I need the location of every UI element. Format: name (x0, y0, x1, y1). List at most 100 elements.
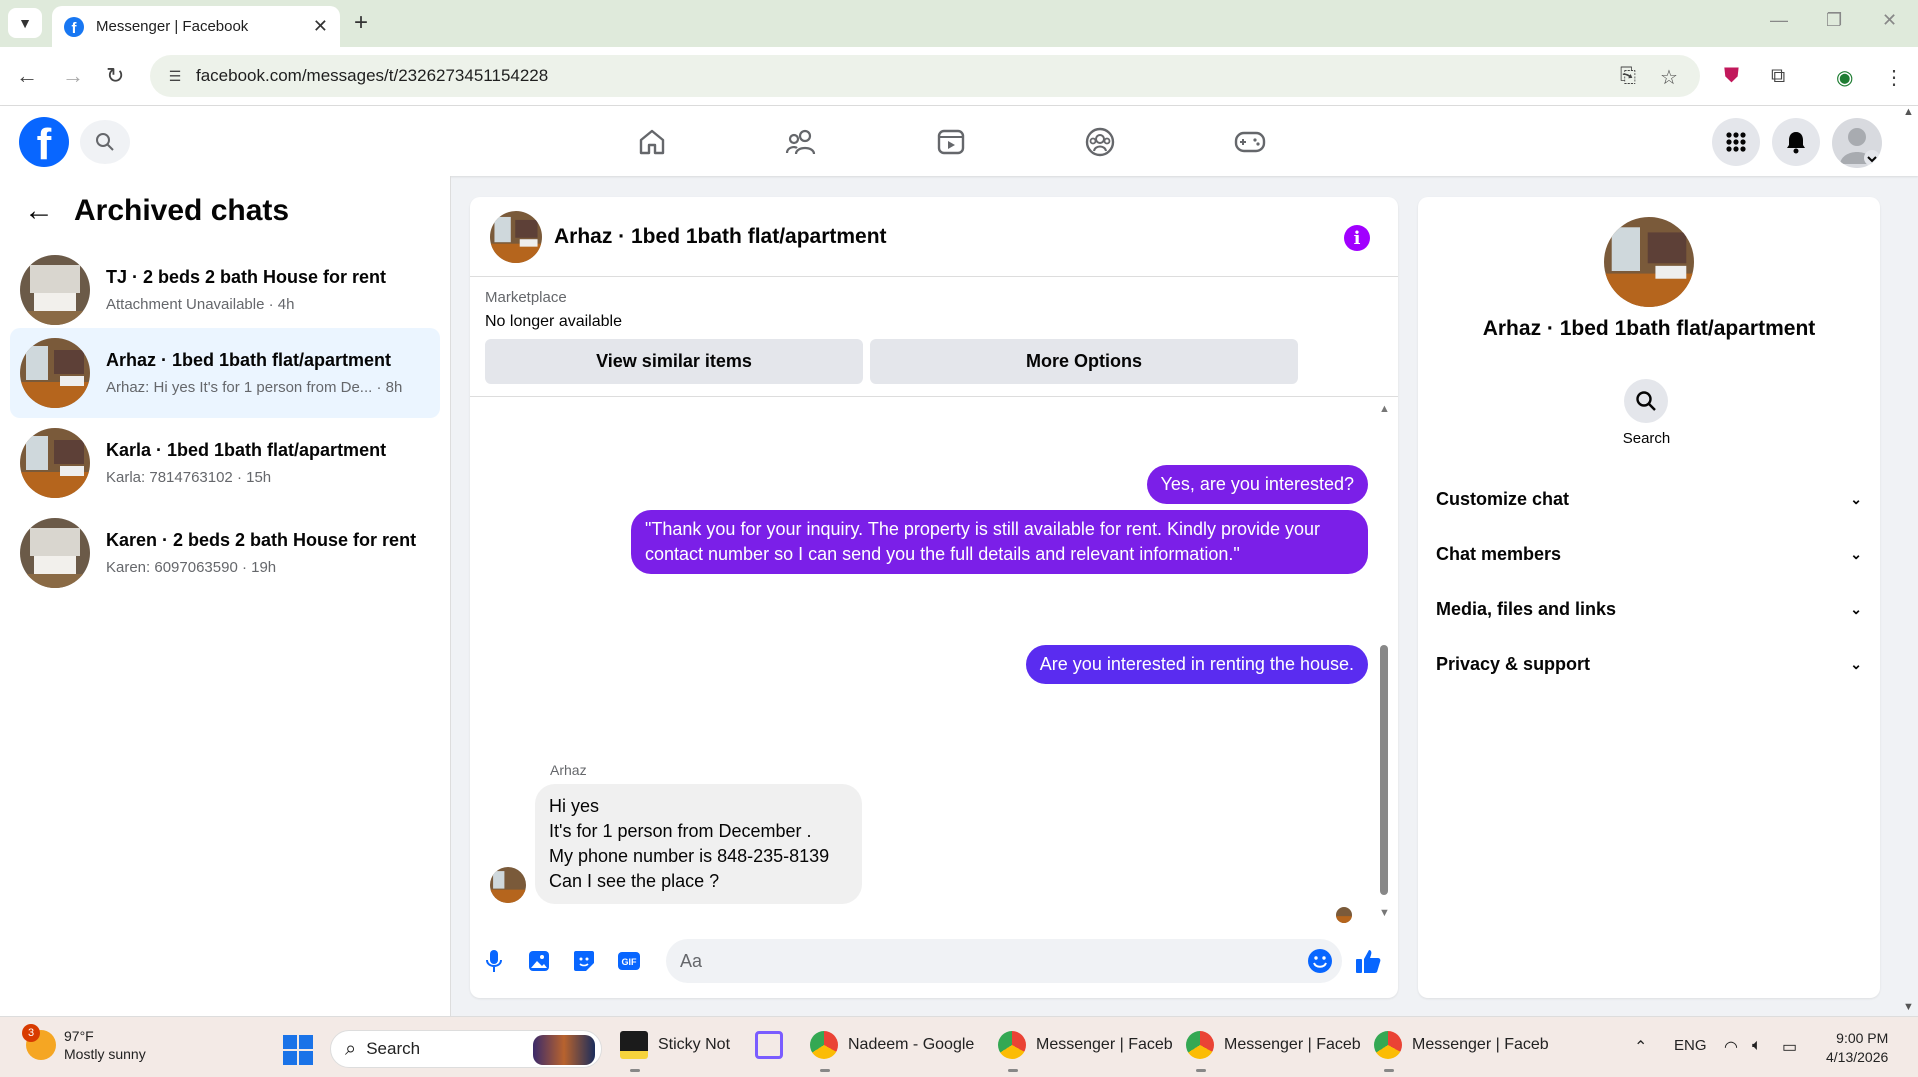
running-indicator (1196, 1069, 1206, 1072)
conversation-title[interactable]: Arhaz · 1bed 1bath flat/apartment (554, 225, 887, 249)
menu-grid-icon[interactable] (1712, 118, 1760, 166)
page-scroll-up-icon[interactable]: ▲ (1903, 106, 1914, 118)
home-icon[interactable] (630, 120, 674, 164)
chat-list-item[interactable]: Karen · 2 beds 2 bath House for rent Kar… (10, 508, 440, 598)
running-indicator (1384, 1069, 1394, 1072)
search-icon (1636, 391, 1656, 411)
taskbar-chrome-messenger[interactable]: Messenger | Faceb (1186, 1031, 1361, 1059)
back-icon[interactable]: ← (16, 63, 38, 89)
forward-icon[interactable]: → (62, 63, 84, 89)
browser-menu-icon[interactable]: ⋮ (1884, 65, 1904, 90)
info-icon[interactable]: i (1344, 225, 1370, 251)
taskbar-sticky-notes[interactable]: Sticky Note (620, 1031, 730, 1059)
notifications-bell-icon[interactable] (1772, 118, 1820, 166)
message-scrollbar[interactable] (1380, 645, 1388, 895)
taskbar-app-label: Nadeem - Google (848, 1036, 975, 1053)
conversation-panel: Arhaz · 1bed 1bath flat/apartment i Mark… (470, 197, 1398, 998)
message-composer: GIF (470, 927, 1398, 997)
privacy-support-row[interactable]: Privacy & support ⌄ (1436, 644, 1862, 684)
seen-receipt-avatar (1336, 907, 1352, 923)
chat-list-item-active[interactable]: Arhaz · 1bed 1bath flat/apartment Arhaz:… (10, 328, 440, 418)
listing-thumbnail-icon (20, 518, 90, 588)
section-label: Customize chat (1436, 488, 1570, 509)
emoji-icon[interactable] (1306, 947, 1334, 975)
weather-widget[interactable]: 3 97°F Mostly sunny (22, 1024, 146, 1063)
gif-icon[interactable]: GIF (615, 947, 643, 975)
outgoing-message[interactable]: Are you interested in renting the house. (1025, 645, 1368, 684)
sender-avatar[interactable] (490, 867, 526, 903)
microphone-icon[interactable] (480, 947, 508, 975)
install-app-icon[interactable]: ⎘ (1620, 65, 1636, 88)
groups-icon[interactable] (1078, 120, 1122, 164)
chat-preview: Attachment Unavailable · 4h (106, 296, 295, 313)
outgoing-message[interactable]: "Thank you for your inquiry. The propert… (631, 510, 1368, 574)
media-files-links-row[interactable]: Media, files and links ⌄ (1436, 589, 1862, 629)
taskbar-chrome-messenger[interactable]: Messenger | Faceb (998, 1031, 1173, 1059)
bookmark-star-icon[interactable]: ☆ (1660, 65, 1678, 90)
volume-icon[interactable]: 🔈︎ (1752, 1037, 1762, 1055)
wifi-icon[interactable]: ◠ (1724, 1037, 1738, 1057)
gaming-icon[interactable] (1228, 120, 1272, 164)
thumbs-up-icon[interactable] (1354, 947, 1382, 975)
chevron-down-icon: ⌄ (1850, 600, 1862, 617)
account-avatar[interactable] (1832, 118, 1882, 168)
page-scroll-down-icon[interactable]: ▼ (1903, 1001, 1914, 1013)
conversation-avatar[interactable] (490, 210, 542, 263)
chat-list-item[interactable]: Karla · 1bed 1bath flat/apartment Karla:… (10, 418, 440, 508)
reload-icon[interactable]: ↻ (106, 63, 124, 89)
windows-taskbar: 3 97°F Mostly sunny ⌕ Search Sticky Note… (0, 1016, 1918, 1077)
chat-list-item[interactable]: TJ · 2 beds 2 bath House for rent Attach… (10, 245, 440, 335)
url-text[interactable]: facebook.com/messages/t/2326273451154228 (196, 66, 548, 86)
extension-shield-icon[interactable]: ⛊ (1724, 65, 1739, 88)
conversation-search-button[interactable] (1624, 379, 1668, 423)
sender-name: Arhaz (550, 762, 587, 778)
message-line: Hi yes (549, 796, 600, 816)
restore-icon[interactable]: ❐ (1826, 10, 1842, 31)
new-tab-icon[interactable]: + (354, 9, 368, 37)
taskbar-chrome-messenger[interactable]: Messenger | Faceb (1374, 1031, 1549, 1059)
incoming-message[interactable]: Hi yes It's for 1 person from December .… (535, 784, 862, 904)
clock-date: 4/13/2026 (1826, 1049, 1889, 1065)
windows-start-icon[interactable] (283, 1035, 313, 1065)
clock-time: 9:00 PM (1836, 1030, 1889, 1046)
browser-tab-bar: ▼ f Messenger | Facebook ✕ + — ❐ ✕ (0, 0, 1918, 47)
photo-icon[interactable] (525, 947, 553, 975)
tab-close-icon[interactable]: ✕ (313, 16, 328, 37)
section-label: Privacy & support (1436, 653, 1591, 674)
info-avatar[interactable] (1604, 217, 1694, 307)
more-options-button[interactable]: More Options (870, 339, 1298, 384)
facebook-search-button[interactable] (80, 120, 130, 164)
window-close-icon[interactable]: ✕ (1882, 10, 1897, 31)
scroll-up-icon[interactable]: ▲ (1379, 403, 1390, 415)
outgoing-message[interactable]: Yes, are you interested? (1146, 465, 1368, 504)
chevron-down-icon: ⌄ (1850, 490, 1862, 507)
message-input[interactable] (666, 939, 1342, 983)
friends-icon[interactable] (779, 120, 823, 164)
sticker-icon[interactable] (570, 947, 598, 975)
extensions-puzzle-icon[interactable]: ⧉ (1771, 65, 1785, 88)
minimize-icon[interactable]: — (1770, 10, 1788, 31)
taskbar-snipping-tool[interactable] (755, 1031, 793, 1059)
listing-thumbnail-icon (20, 428, 90, 498)
site-info-icon[interactable]: ☰ (164, 65, 186, 87)
tab-search-chevron-icon[interactable]: ▼ (8, 8, 42, 38)
page-scrollbar[interactable]: ▲ ▼ (1900, 106, 1918, 1016)
battery-icon[interactable]: ▭ (1782, 1037, 1797, 1057)
facebook-logo-icon[interactable]: f (19, 117, 69, 167)
browser-tab[interactable]: f Messenger | Facebook ✕ (52, 6, 340, 47)
running-indicator (630, 1069, 640, 1072)
omnibox[interactable]: ☰ facebook.com/messages/t/23262734511542… (150, 55, 1700, 97)
system-clock[interactable]: 9:00 PM 4/13/2026 (1826, 1029, 1888, 1067)
customize-chat-row[interactable]: Customize chat ⌄ (1436, 479, 1862, 519)
profile-icon[interactable]: ◉ (1836, 65, 1853, 90)
scroll-down-icon[interactable]: ▼ (1379, 907, 1390, 919)
taskbar-chrome-nadeem[interactable]: Nadeem - Google (810, 1031, 974, 1059)
view-similar-items-button[interactable]: View similar items (485, 339, 863, 384)
taskbar-search[interactable]: ⌕ Search (330, 1030, 602, 1068)
video-reels-icon[interactable] (929, 120, 973, 164)
chevron-down-icon: ⌄ (1850, 545, 1862, 562)
language-indicator[interactable]: ENG (1674, 1037, 1707, 1054)
chat-members-row[interactable]: Chat members ⌄ (1436, 534, 1862, 574)
back-arrow-icon[interactable]: ← (24, 194, 54, 228)
show-hidden-icons-chevron-icon[interactable]: ⌃ (1634, 1037, 1647, 1057)
